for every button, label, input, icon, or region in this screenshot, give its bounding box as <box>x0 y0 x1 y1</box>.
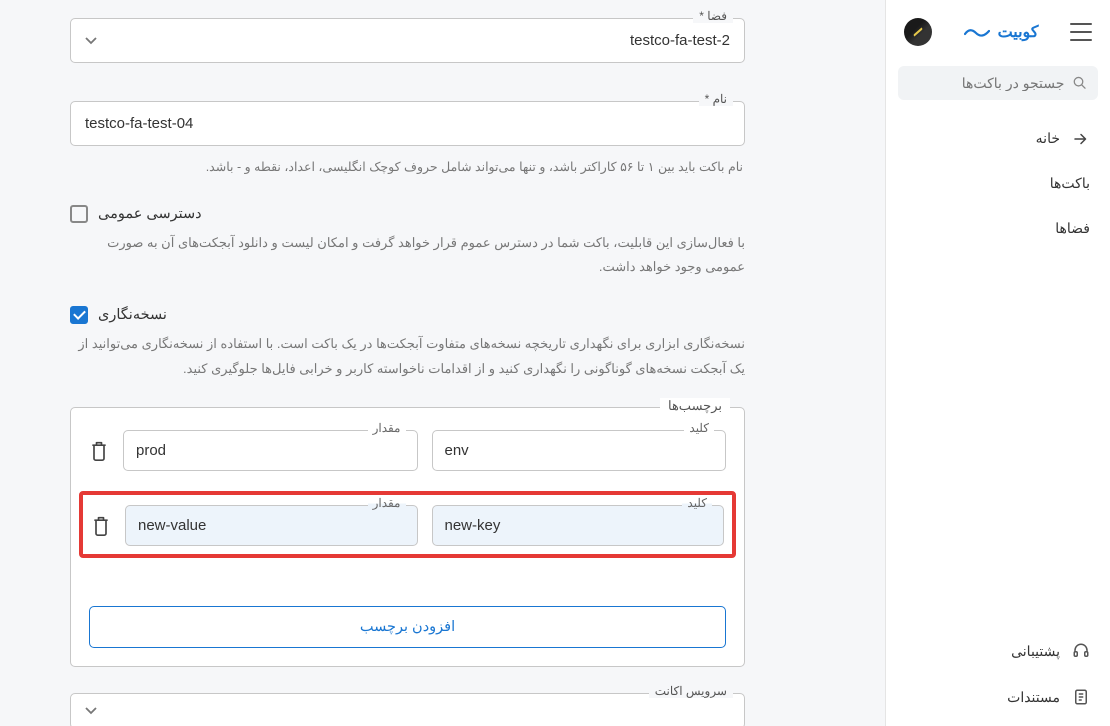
trash-icon[interactable] <box>89 440 109 462</box>
name-helper: نام باکت باید بین ۱ تا ۵۶ کاراکتر باشد، … <box>70 156 743 179</box>
versioning-row: نسخه‌نگاری <box>70 306 745 324</box>
brand-label: کوبیت <box>998 22 1039 42</box>
tag-row-highlighted: کلید مقدار <box>79 491 736 558</box>
brand-wave-icon <box>964 25 990 39</box>
tag-value-label: مقدار <box>368 421 406 435</box>
sidebar: کوبیت خانه باکت‌ها فضاها <box>885 0 1110 726</box>
tag-key-label: کلید <box>684 421 714 435</box>
avatar-icon <box>911 25 925 39</box>
nav-item-docs[interactable]: مستندات <box>886 674 1110 720</box>
name-input[interactable] <box>70 101 745 146</box>
arrow-right-icon <box>1072 131 1090 147</box>
service-account-label: سرویس اکانت <box>649 684 733 698</box>
search-icon <box>1072 74 1088 92</box>
nav-label-docs: مستندات <box>1007 689 1060 706</box>
name-field-wrap: نام * <box>70 101 745 146</box>
tag-key-field: کلید <box>432 505 725 546</box>
document-icon <box>1072 688 1090 706</box>
space-field-label: فضا * <box>693 9 733 23</box>
space-select[interactable]: testco-fa-test-2 <box>70 18 745 63</box>
public-access-checkbox[interactable] <box>70 205 88 223</box>
versioning-checkbox[interactable] <box>70 306 88 324</box>
headset-icon <box>1072 642 1090 660</box>
add-tag-button[interactable]: افزودن برچسب <box>89 606 726 648</box>
nav-label-buckets: باکت‌ها <box>1050 175 1090 192</box>
versioning-label: نسخه‌نگاری <box>98 307 167 323</box>
name-field-label: نام * <box>699 92 733 106</box>
nav-item-buckets[interactable]: باکت‌ها <box>886 161 1110 206</box>
tag-value-field: مقدار <box>125 505 418 546</box>
public-access-label: دسترسی عمومی <box>98 206 202 222</box>
tag-key-label: کلید <box>682 496 712 510</box>
chevron-down-icon <box>85 37 97 45</box>
search-box[interactable] <box>898 66 1098 100</box>
tag-key-input[interactable] <box>432 505 725 546</box>
trash-icon[interactable] <box>91 515 111 537</box>
tag-key-input[interactable] <box>432 430 727 471</box>
service-account-field-wrap: سرویس اکانت <box>70 693 745 726</box>
versioning-desc: نسخه‌نگاری ابزاری برای نگهداری تاریخچه ن… <box>70 332 745 381</box>
nav-label-support: پشتیبانی <box>1011 643 1060 660</box>
tag-key-field: کلید <box>432 430 727 471</box>
tag-value-label: مقدار <box>368 496 406 510</box>
chevron-down-icon <box>85 707 97 715</box>
nav-item-support[interactable]: پشتیبانی <box>886 628 1110 674</box>
tags-fieldset: برچسب‌ها کلید مقدار کلید مقدار <box>70 407 745 667</box>
nav-label-home: خانه <box>1036 130 1060 147</box>
tag-value-field: مقدار <box>123 430 418 471</box>
nav-bottom: پشتیبانی مستندات <box>886 628 1110 726</box>
tag-row: کلید مقدار <box>89 430 726 471</box>
nav-label-spaces: فضاها <box>1055 220 1090 237</box>
tags-legend: برچسب‌ها <box>660 398 730 414</box>
search-input[interactable] <box>908 75 1064 91</box>
nav-main: خانه باکت‌ها فضاها <box>886 110 1110 628</box>
menu-icon[interactable] <box>1070 23 1092 41</box>
avatar[interactable] <box>904 18 932 46</box>
space-value: testco-fa-test-2 <box>630 32 730 49</box>
space-field-wrap: فضا * testco-fa-test-2 <box>70 18 745 63</box>
public-access-desc: با فعال‌سازی این قابلیت، باکت شما در دست… <box>70 231 745 280</box>
tag-value-input[interactable] <box>125 505 418 546</box>
nav-item-spaces[interactable]: فضاها <box>886 206 1110 251</box>
public-access-row: دسترسی عمومی <box>70 205 745 223</box>
tag-value-input[interactable] <box>123 430 418 471</box>
sidebar-header: کوبیت <box>886 0 1110 60</box>
brand[interactable]: کوبیت <box>964 22 1039 42</box>
nav-item-home[interactable]: خانه <box>886 116 1110 161</box>
main-content: فضا * testco-fa-test-2 نام * نام باکت با… <box>0 0 885 726</box>
service-account-select[interactable] <box>70 693 745 726</box>
